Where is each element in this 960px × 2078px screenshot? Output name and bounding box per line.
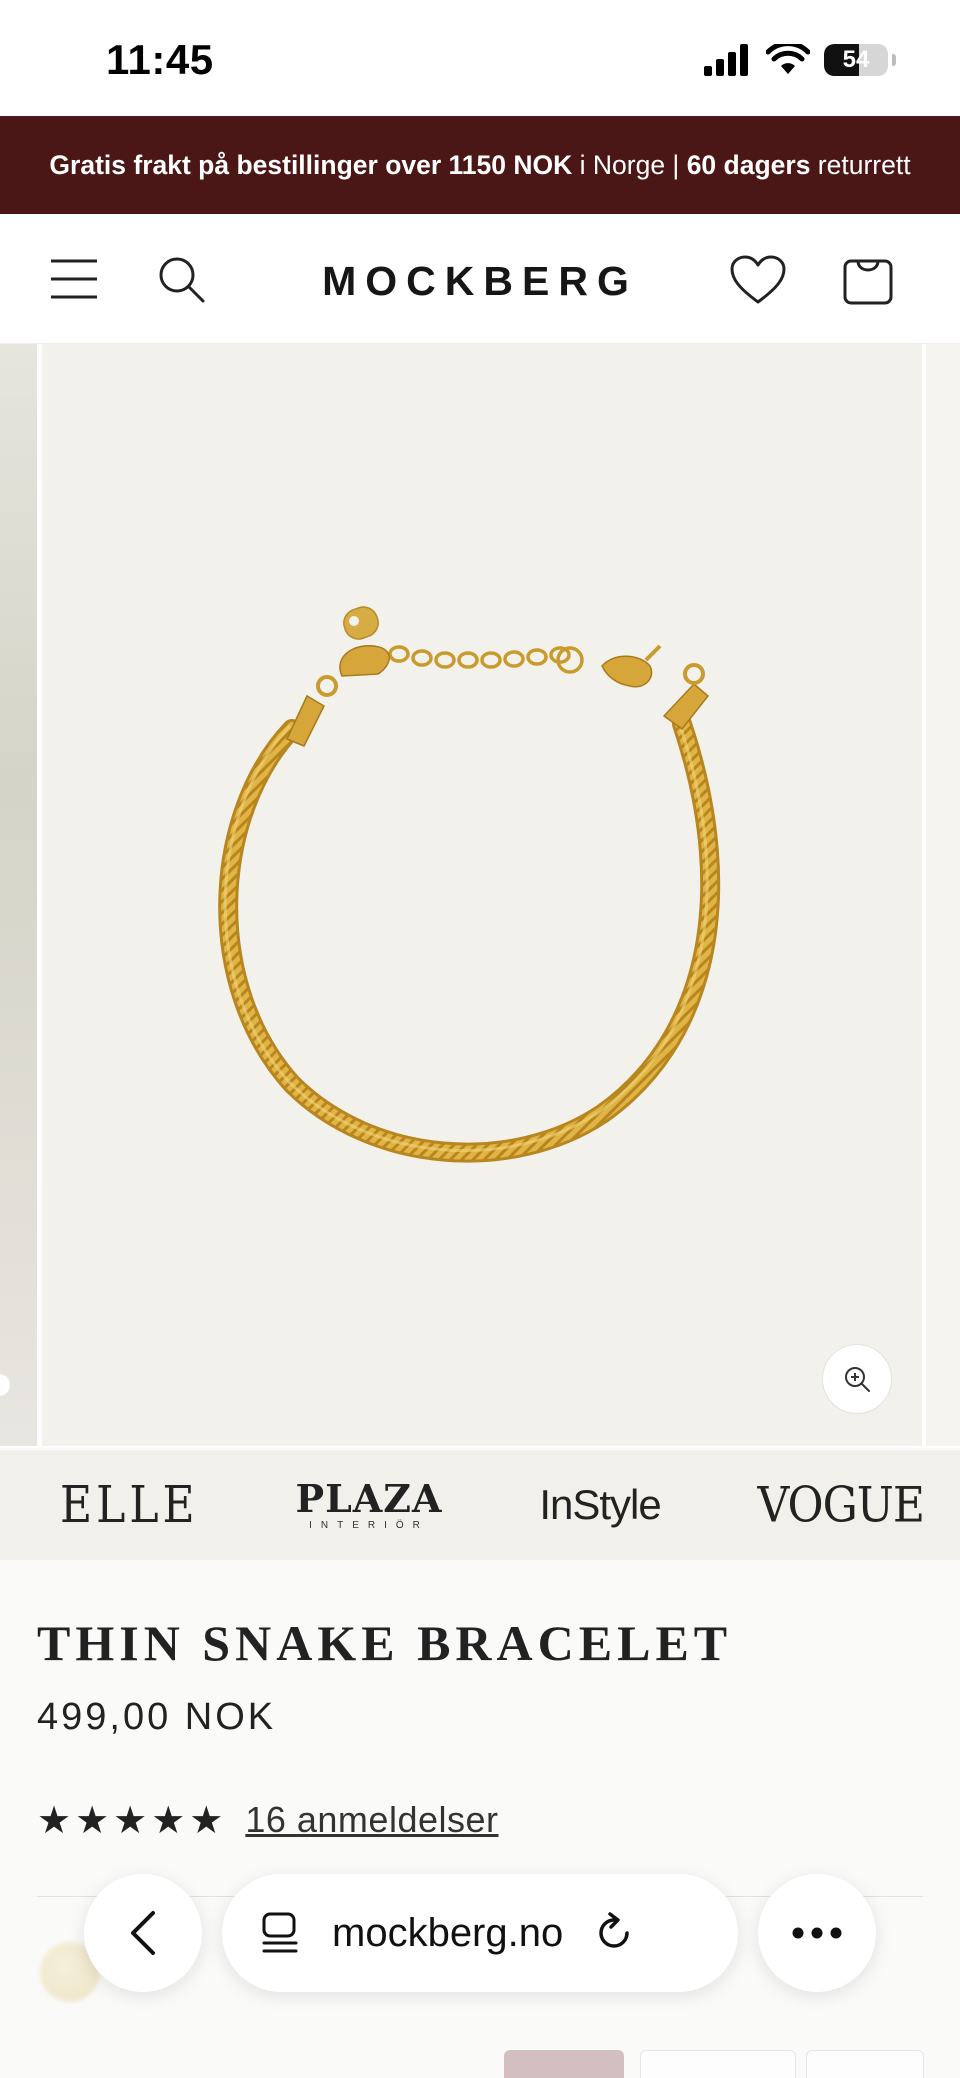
battery-indicator: 54 xyxy=(824,44,888,76)
status-time: 11:45 xyxy=(106,36,214,83)
reload-icon[interactable] xyxy=(593,1912,635,1954)
signal-icon xyxy=(704,44,748,76)
zoom-in-icon xyxy=(845,1367,870,1392)
back-chevron-icon xyxy=(131,1911,155,1955)
status-bar: 11:45 54 xyxy=(0,0,960,116)
promo-shipping: Gratis frakt på bestillinger over 1150 N… xyxy=(49,149,573,180)
site-header: MOCKBERG xyxy=(0,214,960,344)
product-gallery[interactable] xyxy=(0,344,960,1448)
product-price: 499,00 NOK xyxy=(37,1696,277,1738)
address-bar[interactable]: mockberg.no xyxy=(222,1874,738,1992)
browser-toolbar: mockberg.no xyxy=(0,1874,960,1998)
product-title: THIN SNAKE BRACELET xyxy=(37,1615,733,1671)
bracelet-image xyxy=(218,606,721,1163)
press-logo-instyle: InStyle xyxy=(539,1481,661,1528)
url-text[interactable]: mockberg.no xyxy=(332,1911,563,1956)
cart-button[interactable] xyxy=(838,248,898,310)
status-icons: 54 xyxy=(702,44,896,76)
reviews-link[interactable]: 16 anmeldelser xyxy=(245,1799,498,1841)
press-logo-vogue: VOGUE xyxy=(757,1476,925,1534)
promo-returns-suffix: returrett xyxy=(810,149,911,180)
gallery-slide-next[interactable] xyxy=(926,344,960,1446)
variant-option[interactable] xyxy=(640,2050,796,2078)
press-logo-plaza-sub: INTERIÖR xyxy=(309,1519,429,1531)
promo-returns: 60 dagers xyxy=(686,149,811,180)
rating-stars: ★★★★★ xyxy=(37,1798,228,1842)
site-logo[interactable]: MOCKBERG xyxy=(0,258,960,305)
product-rating: ★★★★★ 16 anmeldelser xyxy=(37,1798,499,1842)
zoom-button[interactable] xyxy=(822,1344,892,1414)
promo-region: i Norge | xyxy=(572,149,687,180)
press-logo-elle: ELLE xyxy=(60,1475,199,1535)
more-icon xyxy=(792,1927,842,1939)
promo-banner[interactable]: Gratis frakt på bestillinger over 1150 N… xyxy=(0,116,960,214)
press-logos: ELLE PLAZA INTERIÖR InStyle VOGUE xyxy=(0,1450,960,1560)
variant-option[interactable] xyxy=(504,2050,624,2078)
bag-icon xyxy=(843,259,893,305)
variant-option[interactable] xyxy=(806,2050,924,2078)
product-info: THIN SNAKE BRACELET 499,00 NOK ★★★★★ 16 … xyxy=(0,1560,960,2078)
battery-cap xyxy=(892,54,896,66)
press-logo-plaza: PLAZA INTERIÖR xyxy=(295,1475,443,1531)
gallery-slide-previous[interactable] xyxy=(0,344,37,1446)
wifi-icon xyxy=(766,44,810,74)
wishlist-button[interactable] xyxy=(728,250,788,310)
browser-back-button[interactable] xyxy=(84,1874,202,1992)
press-logo-plaza-name: PLAZA xyxy=(295,1475,443,1521)
tabs-icon[interactable] xyxy=(258,1911,302,1955)
gallery-slide-current[interactable] xyxy=(42,344,922,1446)
more-button[interactable] xyxy=(758,1874,876,1992)
heart-icon xyxy=(730,255,786,304)
battery-label: 54 xyxy=(842,46,870,73)
